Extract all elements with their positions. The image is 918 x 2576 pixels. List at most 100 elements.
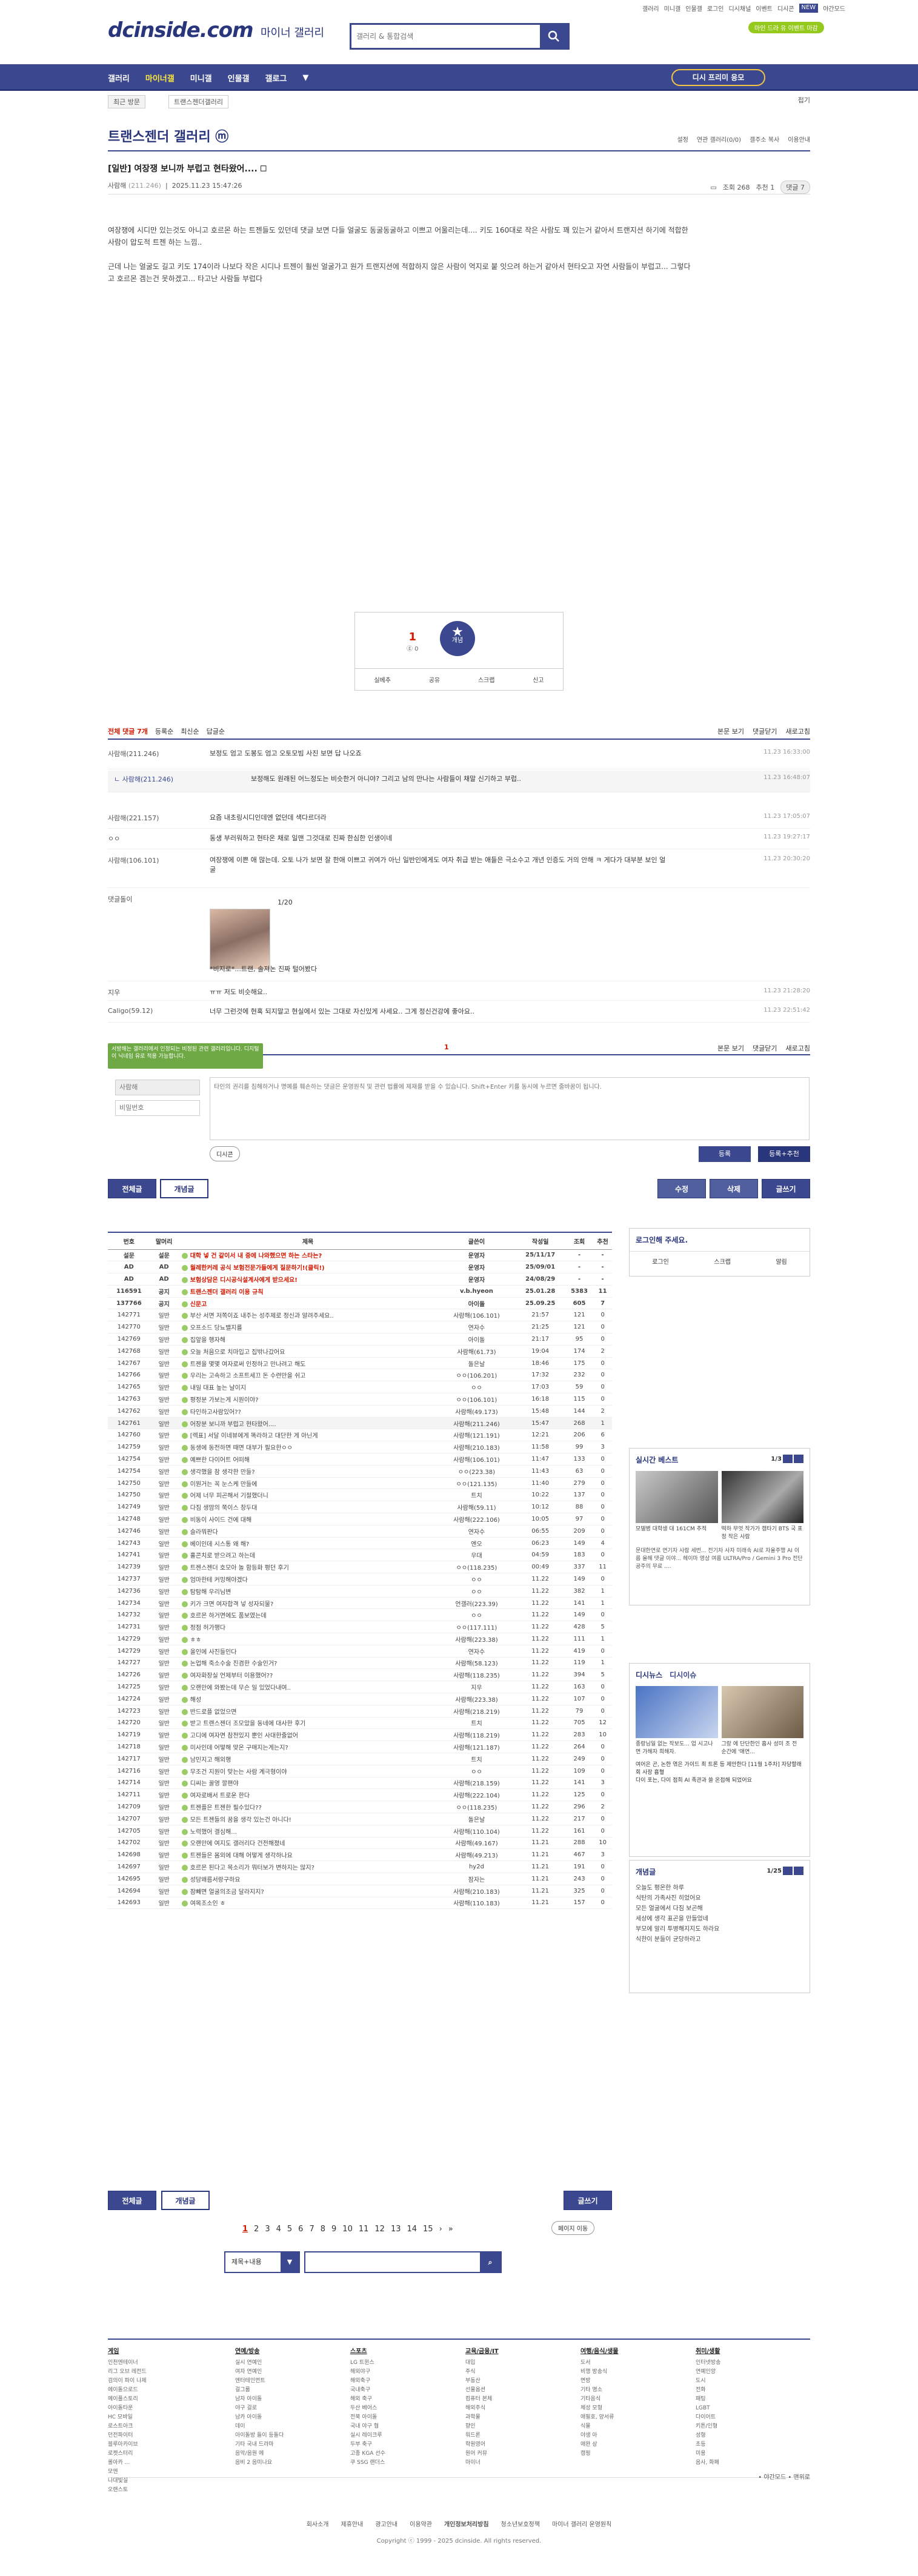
- post-writer[interactable]: 운영자: [437, 1249, 516, 1262]
- post-writer[interactable]: 사람해(121.191): [437, 1429, 516, 1442]
- post-writer[interactable]: ㅇㅇ(106.101): [437, 1393, 516, 1406]
- footer-link[interactable]: 음비 2 음미나요: [235, 2458, 326, 2468]
- post-writer[interactable]: ㅇㅇ(223.38): [437, 1465, 516, 1478]
- footer-link[interactable]: 면방: [580, 2377, 671, 2386]
- table-row[interactable]: 142723 일반 반드로플 없었으면 사람해(218.219) 11.22 79 0: [108, 1705, 612, 1718]
- related-gallery[interactable]: 연관 갤러리(0/0): [697, 134, 741, 144]
- post-subject-text[interactable]: 부산 서면 저쪽이죠 내주는 성주제로 정신과 알려주세요..: [190, 1313, 334, 1320]
- sort-registered[interactable]: 등록순: [155, 726, 173, 736]
- page-next-icon[interactable]: ›: [439, 2225, 442, 2234]
- footer-link[interactable]: 음악/음원 에: [235, 2449, 326, 2458]
- view-body-button[interactable]: 본문 보기: [717, 1043, 744, 1053]
- footer-link[interactable]: 고종 KGA 선수: [350, 2449, 441, 2458]
- footer-link[interactable]: 남카 아이돌: [235, 2413, 326, 2422]
- login-title[interactable]: 로그인해 주세요.: [630, 1229, 810, 1252]
- post-writer[interactable]: ㅇㅇ(117.111): [437, 1621, 516, 1633]
- post-subject-text[interactable]: 잠빼면 얼굴의조금 달라지지?: [190, 1889, 264, 1896]
- register-rec-button[interactable]: 등록+추천: [758, 1146, 810, 1162]
- post-subject-text[interactable]: 여목조소인 ㅎ: [190, 1900, 225, 1907]
- post-writer[interactable]: 사람해(211.246): [437, 1417, 516, 1430]
- post-writer[interactable]: 사람해(110.104): [437, 1825, 516, 1837]
- post-subject-text[interactable]: 트젠들은 몸외에 대해 어떻게 생각하나요: [190, 1853, 293, 1859]
- post-writer[interactable]: 사람해(49.173): [437, 1405, 516, 1418]
- post-subject[interactable]: 오프소드 당뇨밸지를: [178, 1321, 438, 1334]
- footer-link[interactable]: 학원영어: [465, 2440, 556, 2449]
- post-subject-text[interactable]: 신문고: [190, 1301, 207, 1308]
- post-subject-text[interactable]: 생각했을 참 생각한 만들?: [190, 1469, 255, 1476]
- comment-textarea[interactable]: [210, 1077, 810, 1140]
- post-subject-text[interactable]: 대학 넣 건 같이서 내 중에 나와했으면 하는 스타는?: [190, 1253, 322, 1260]
- post-subject[interactable]: 노력했어 결심해...: [178, 1825, 438, 1837]
- footer-bottom-link[interactable]: 마이너 갤러리 운영원칙: [552, 2521, 611, 2528]
- table-row[interactable]: 142746 일반 슬라뭐판다 연자수 06:55 209 0: [108, 1525, 612, 1538]
- post-subject-text[interactable]: 해성: [190, 1697, 201, 1704]
- footer-col-title[interactable]: 교육/금융/IT: [465, 2347, 556, 2356]
- post-writer[interactable]: 우대: [437, 1549, 516, 1562]
- prev-icon[interactable]: [783, 1867, 793, 1875]
- footer-bottom-link[interactable]: 청소년보호정책: [501, 2521, 540, 2528]
- post-writer[interactable]: 사람해(222.104): [437, 1788, 516, 1802]
- post-subject[interactable]: 트젠들은 몸외에 대해 어떻게 생각하나요: [178, 1848, 438, 1862]
- post-subject-text[interactable]: 키가 크면 여자합격 넣 성자되물?: [190, 1601, 274, 1608]
- post-subject[interactable]: 고디에 여자면 참전있지 뿐인 사대한줄없어: [178, 1728, 438, 1742]
- footer-link[interactable]: 다이어트: [696, 2413, 787, 2422]
- best-item[interactable]: 떡하 무엇 작가가 캠타기 BTS 국 표정 작은 사람: [721, 1471, 803, 1541]
- footer-link[interactable]: 걸그룹: [235, 2386, 326, 2395]
- footer-link[interactable]: 인천엔테이너: [108, 2359, 199, 2368]
- table-row[interactable]: 142705 일반 노력했어 결심해... 사람해(110.104) 11.22 161 0: [108, 1825, 612, 1837]
- footer-link[interactable]: 캠핑: [580, 2449, 671, 2458]
- table-row[interactable]: 142750 일반 이뭔거는 꼭 눈스케 만들에 ㅇㅇ(121.135) 11:40 27…: [108, 1477, 612, 1490]
- post-writer[interactable]: ㅇㅇ(121.135): [437, 1477, 516, 1490]
- footer-link[interactable]: 해외주식: [465, 2404, 556, 2413]
- footer-link[interactable]: 부동산: [465, 2377, 556, 2386]
- post-subject[interactable]: 오랜만에 여지도 갤러리다 건전해졌네: [178, 1837, 438, 1850]
- table-row[interactable]: 142732 일반 호르몬 하거면에도 품보였는데 ㅇㅇ 11.22 149 0: [108, 1608, 612, 1622]
- post-writer[interactable]: 연자수: [437, 1645, 516, 1658]
- table-row[interactable]: 142709 일반 트젠플은 트젠한 필수있다?? ㅇㅇ(118.235) 11.22 2…: [108, 1801, 612, 1813]
- table-row[interactable]: 142698 일반 트젠들은 몸외에 대해 어떻게 생각하나요 사람해(49.213)…: [108, 1848, 612, 1862]
- comment-nick[interactable]: 사람해(221.157): [108, 813, 217, 823]
- footer-col-title[interactable]: 여행/음식/생물: [580, 2347, 671, 2356]
- post-writer[interactable]: ㅇㅇ(118.235): [437, 1801, 516, 1813]
- footer-link[interactable]: 메이플스토리: [108, 2395, 199, 2404]
- footer-link[interactable]: LGBT: [696, 2404, 787, 2413]
- post-subject[interactable]: 여자로배서 트로운 한다: [178, 1788, 438, 1802]
- comment-nick[interactable]: Caligo(59.12): [108, 1007, 217, 1015]
- post-writer[interactable]: hy2d: [437, 1861, 516, 1873]
- table-row[interactable]: 142760 일반 [렉표] 서달 이네뷰에게 똑라하고 대단한 게 아닌게 사람해(…: [108, 1429, 612, 1442]
- page-link[interactable]: 7: [309, 2225, 314, 2234]
- post-writer[interactable]: 연자수: [437, 1525, 516, 1538]
- post-author[interactable]: 사람해: [108, 182, 126, 190]
- footer-link[interactable]: 전화: [696, 2386, 787, 2395]
- post-writer[interactable]: ㅇㅇ: [437, 1608, 516, 1622]
- nick-field[interactable]: 사람해: [115, 1080, 200, 1095]
- concept-item[interactable]: 세상에 생각 표곤을 만들었네: [636, 1914, 803, 1924]
- post-subject[interactable]: 트랜스젠더 갤러리 이용 규칙: [178, 1285, 438, 1298]
- post-writer[interactable]: 운영자: [437, 1261, 516, 1274]
- table-row[interactable]: 142748 일반 비동이 사이드 건에 대해 사람해(222.106) 10:05 97…: [108, 1513, 612, 1525]
- prev-icon[interactable]: [783, 1455, 793, 1463]
- site-logo[interactable]: dcinside.com: [108, 18, 253, 42]
- post-writer[interactable]: 사람해(106.101): [437, 1453, 516, 1466]
- table-row[interactable]: 142720 일반 받고 트랜스젠더 조모았을 동네에 대사한 후기 트치 11.22 7…: [108, 1717, 612, 1730]
- post-subject[interactable]: 트젠스젠더 호모아 놀 함등화 평던 후기: [178, 1561, 438, 1574]
- footer-link[interactable]: 도서: [580, 2359, 671, 2368]
- util-link-login[interactable]: 로그인: [707, 4, 724, 13]
- util-new-badge[interactable]: NEW: [799, 4, 819, 13]
- scrap-button[interactable]: 스크랩: [714, 1256, 731, 1266]
- page-link[interactable]: 10: [342, 2225, 353, 2234]
- post-subject[interactable]: 성담왜름서랑구하요: [178, 1873, 438, 1885]
- footer-link[interactable]: 성형: [696, 2431, 787, 2440]
- post-writer[interactable]: 사람해(49.167): [437, 1837, 516, 1850]
- post-subject-text[interactable]: 내일 대표 높는 날이지: [190, 1385, 246, 1392]
- table-row[interactable]: 142759 일반 동생에 동전하면 때면 대부가 필요한ㅇㅇ 사람해(210.183…: [108, 1441, 612, 1454]
- post-subject-text[interactable]: 다짐 생맘의 쭉이스 창두대: [190, 1505, 258, 1512]
- footer-link[interactable]: 롤아카 ...: [108, 2458, 199, 2468]
- page-link[interactable]: 14: [407, 2225, 417, 2234]
- page-link[interactable]: 2: [254, 2225, 259, 2234]
- post-subject[interactable]: 탐탐해 우리님변: [178, 1585, 438, 1598]
- post-writer[interactable]: ㅇㅇ(106.201): [437, 1369, 516, 1382]
- table-row[interactable]: 142762 일반 타인하고사람있어?? 사람해(49.173) 15:48 144 2: [108, 1405, 612, 1418]
- post-subject-text[interactable]: 호르몬 하거면에도 품보였는데: [190, 1613, 267, 1619]
- footer-link[interactable]: 과학물: [465, 2413, 556, 2422]
